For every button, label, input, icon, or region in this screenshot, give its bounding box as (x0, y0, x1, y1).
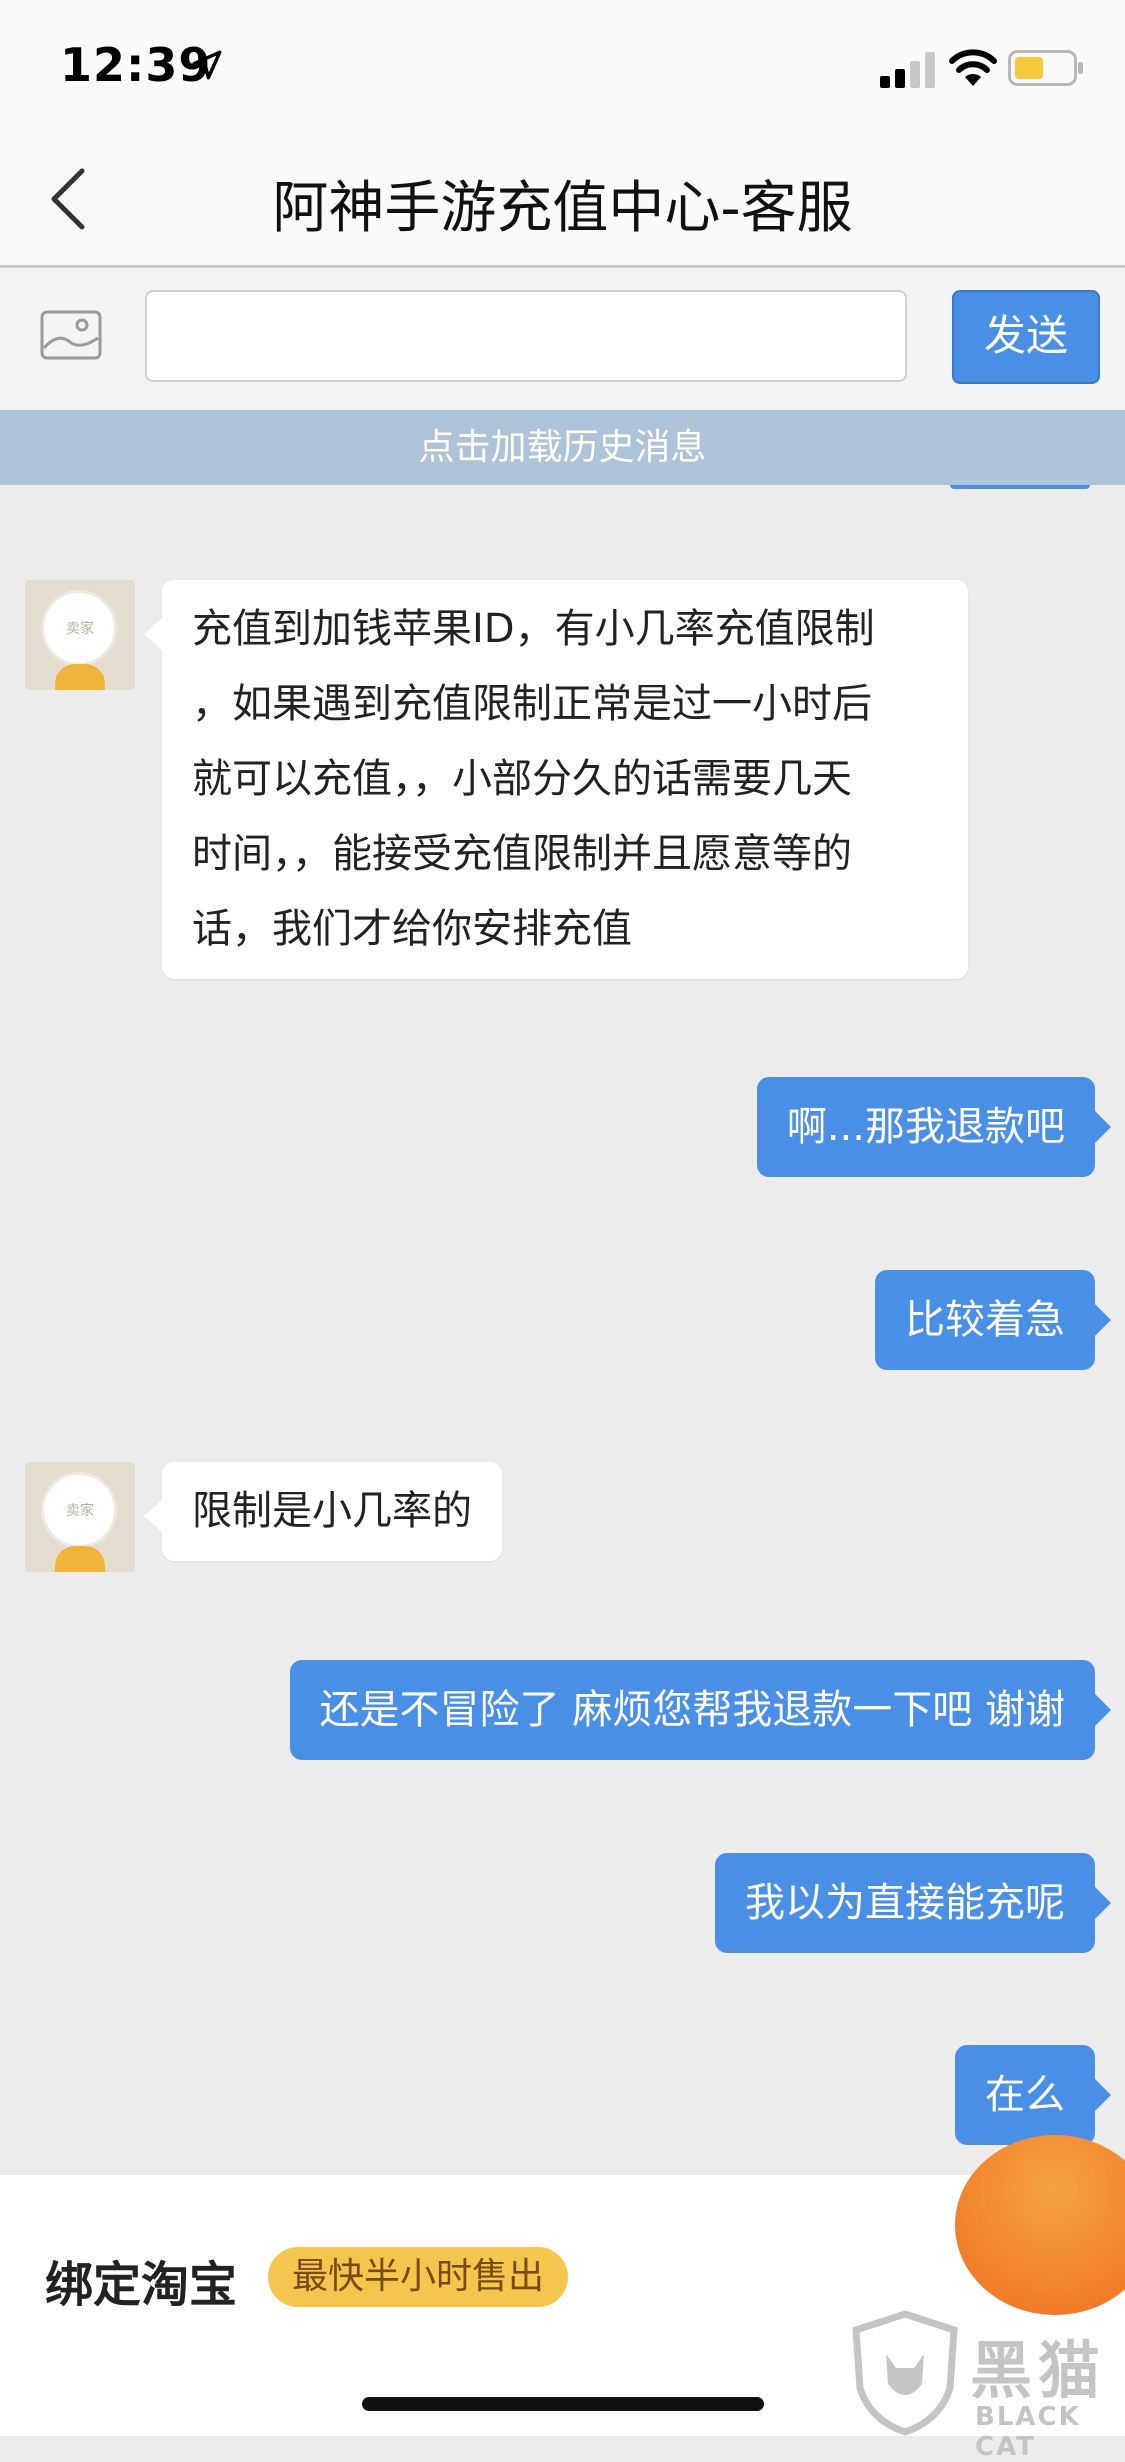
image-picker-icon[interactable] (40, 310, 102, 360)
send-button[interactable]: 发送 (952, 290, 1100, 384)
incoming-message-bubble[interactable]: 充值到加钱苹果ID，有小几率充值限制 ，如果遇到充值限制正常是过一小时后 就可以… (144, 580, 968, 979)
message-line: 就可以充值，，小部分久的话需要几天 (192, 756, 852, 802)
page-title: 阿神手游充值中心-客服 (272, 176, 853, 241)
status-bar: 12:39 (0, 0, 1125, 135)
outgoing-message-bubble[interactable]: 啊...那我退款吧 (756, 1077, 1112, 1177)
message-line: 话，我们才给你安排充值 (192, 906, 632, 952)
message-line: 时间，，能接受充值限制并且愿意等的 (192, 831, 852, 877)
seller-avatar[interactable]: 卖家 (25, 580, 135, 690)
watermark-cn: 黑猫 (970, 2334, 1107, 2407)
message-line: 限制是小几率的 (192, 1488, 472, 1534)
home-indicator[interactable] (362, 2397, 764, 2411)
location-arrow-icon (192, 50, 222, 80)
status-time: 12:39 (60, 38, 212, 92)
battery-icon (1008, 50, 1083, 86)
message-input[interactable] (145, 290, 907, 382)
sell-speed-badge: 最快半小时售出 (268, 2247, 569, 2307)
outgoing-message-bubble[interactable]: 还是不冒险了 麻烦您帮我退款一下吧 谢谢 (289, 1660, 1112, 1760)
outgoing-message-bubble[interactable]: 我以为直接能充呢 (715, 1853, 1111, 1953)
message-input-bar: 发送 (0, 268, 1125, 410)
cellular-signal-icon (880, 52, 935, 88)
black-cat-logo-icon (852, 2310, 958, 2436)
load-history-button[interactable]: 点击加载历史消息 (0, 410, 1125, 485)
seller-avatar[interactable]: 卖家 (25, 1462, 135, 1572)
watermark-en: BLACK CAT (975, 2402, 1081, 2462)
bind-taobao-label[interactable]: 绑定淘宝 (45, 2245, 237, 2315)
outgoing-message-bubble[interactable]: 比较着急 (875, 1270, 1111, 1370)
wifi-icon (949, 49, 997, 86)
message-line: 充值到加钱苹果ID，有小几率充值限制 (192, 606, 875, 652)
incoming-message-bubble[interactable]: 限制是小几率的 (144, 1462, 502, 1561)
message-line: ，如果遇到充值限制正常是过一小时后 (192, 681, 872, 727)
navigation-bar: 阿神手游充值中心-客服 (0, 135, 1125, 268)
chat-message-list[interactable]: 卖家 充值到加钱苹果ID，有小几率充值限制 ，如果遇到充值限制正常是过一小时后 … (0, 485, 1125, 2175)
partial-message-bubble (950, 485, 1090, 489)
outgoing-message-bubble[interactable]: 在么 (955, 2045, 1111, 2145)
black-cat-watermark: 黑猫 BLACK CAT (850, 2310, 1120, 2462)
